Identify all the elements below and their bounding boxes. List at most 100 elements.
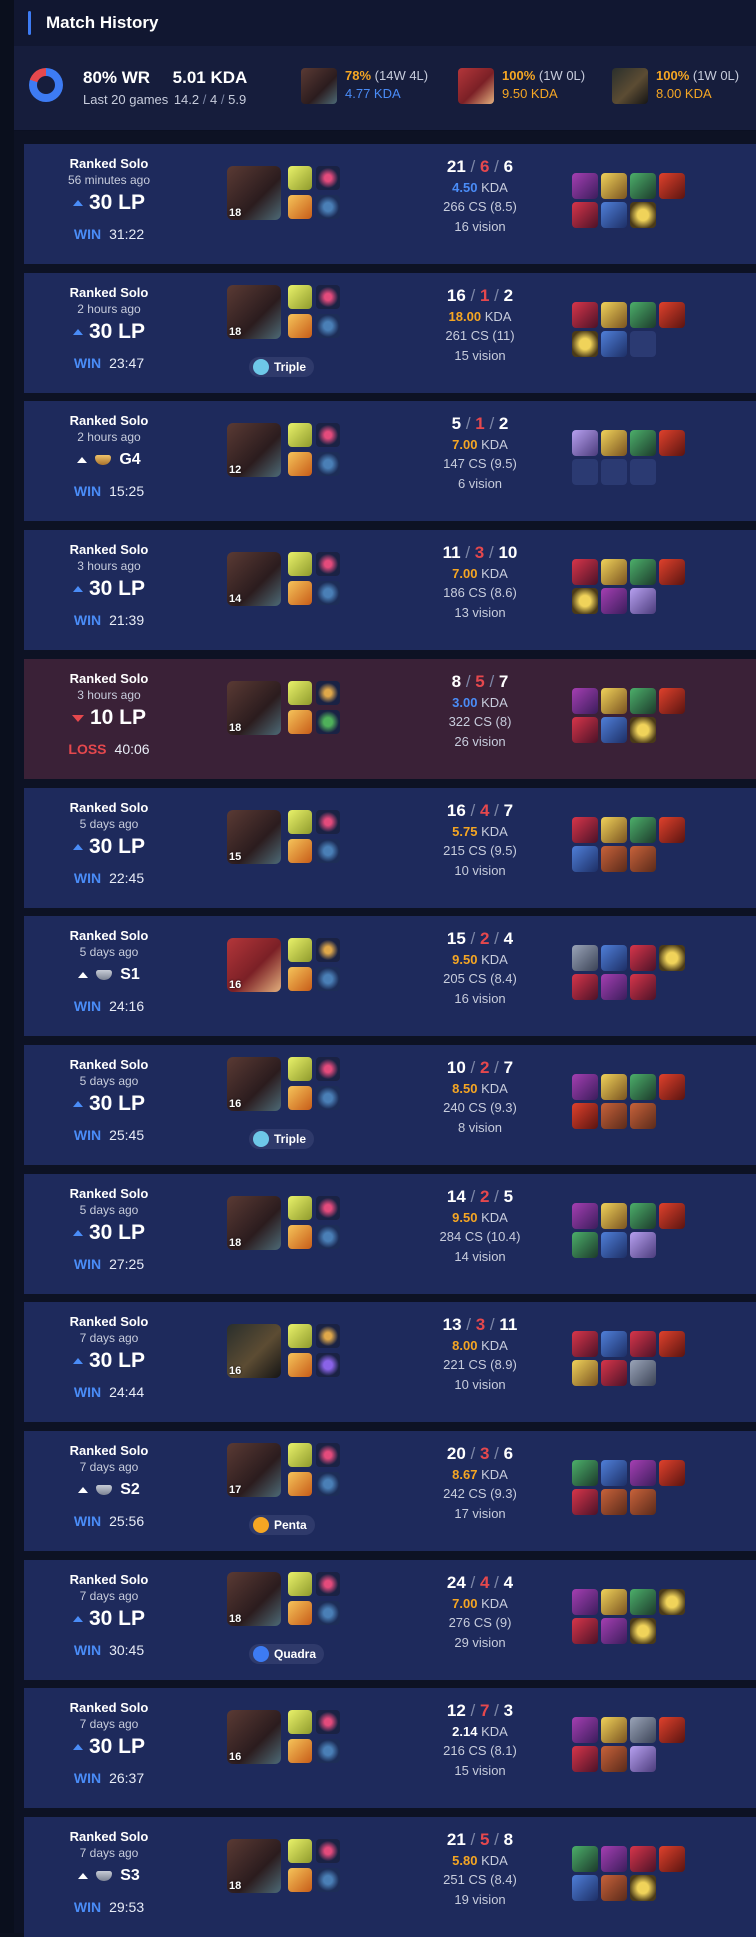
orb-item-icon[interactable] <box>659 945 685 971</box>
match-card[interactable]: Ranked Solo 5 days ago S1 WIN 24:16 16 15 / 2 … <box>24 916 756 1036</box>
book-item-icon[interactable] <box>601 1746 627 1772</box>
match-card[interactable]: Ranked Solo 3 hours ago 30 LP WIN 21:39 14 11 … <box>24 530 756 650</box>
top-champion-2[interactable]: 100% (1W 0L) 9.50 KDA <box>458 68 603 108</box>
green-item-icon[interactable] <box>630 173 656 199</box>
purple-item-icon[interactable] <box>601 588 627 614</box>
green-item-icon[interactable] <box>572 1846 598 1872</box>
orb-item-icon[interactable] <box>572 588 598 614</box>
violet-item-icon[interactable] <box>572 430 598 456</box>
green-item-icon[interactable] <box>572 1460 598 1486</box>
purple-item-icon[interactable] <box>572 1203 598 1229</box>
gold-item-icon[interactable] <box>572 1360 598 1386</box>
purple-item-icon[interactable] <box>601 974 627 1000</box>
champion-portrait-icon[interactable]: 15 <box>227 810 281 864</box>
red-item-icon[interactable] <box>659 1846 685 1872</box>
crimson-item-icon[interactable] <box>630 1331 656 1357</box>
crimson-item-icon[interactable] <box>630 974 656 1000</box>
blue-item-icon[interactable] <box>601 1460 627 1486</box>
match-card[interactable]: Ranked Solo 5 days ago 30 LP WIN 25:45 16 Trip… <box>24 1045 756 1165</box>
gold-item-icon[interactable] <box>601 1717 627 1743</box>
red-item-icon[interactable] <box>659 430 685 456</box>
champion-portrait-icon[interactable]: 18 <box>227 285 281 339</box>
green-item-icon[interactable] <box>630 1589 656 1615</box>
silver-item-icon[interactable] <box>630 1360 656 1386</box>
orb-item-icon[interactable] <box>630 1875 656 1901</box>
purple-item-icon[interactable] <box>601 1846 627 1872</box>
green-item-icon[interactable] <box>572 1232 598 1258</box>
crimson-item-icon[interactable] <box>572 1618 598 1644</box>
crimson-item-icon[interactable] <box>572 817 598 843</box>
red-item-icon[interactable] <box>659 817 685 843</box>
purple-item-icon[interactable] <box>572 688 598 714</box>
match-card[interactable]: Ranked Solo 5 days ago 30 LP WIN 22:45 15 16 /… <box>24 788 756 908</box>
champion-portrait-icon[interactable]: 18 <box>227 1839 281 1893</box>
red-item-icon[interactable] <box>659 1074 685 1100</box>
violet-item-icon[interactable] <box>630 1746 656 1772</box>
silver-item-icon[interactable] <box>572 945 598 971</box>
champion-portrait-icon[interactable]: 14 <box>227 552 281 606</box>
orb-item-icon[interactable] <box>572 331 598 357</box>
blue-item-icon[interactable] <box>572 846 598 872</box>
book-item-icon[interactable] <box>630 846 656 872</box>
empty-item-slot[interactable] <box>572 459 598 485</box>
blue-item-icon[interactable] <box>572 1875 598 1901</box>
blue-item-icon[interactable] <box>601 717 627 743</box>
champion-portrait-icon[interactable]: 18 <box>227 1196 281 1250</box>
orb-item-icon[interactable] <box>630 1618 656 1644</box>
red-item-icon[interactable] <box>659 559 685 585</box>
gold-item-icon[interactable] <box>601 173 627 199</box>
gold-item-icon[interactable] <box>601 817 627 843</box>
violet-item-icon[interactable] <box>630 1232 656 1258</box>
crimson-item-icon[interactable] <box>601 1360 627 1386</box>
crimson-item-icon[interactable] <box>630 1846 656 1872</box>
champion-portrait-icon[interactable]: 16 <box>227 938 281 992</box>
purple-item-icon[interactable] <box>572 1589 598 1615</box>
gold-item-icon[interactable] <box>601 559 627 585</box>
violet-item-icon[interactable] <box>630 588 656 614</box>
red-item-icon[interactable] <box>659 173 685 199</box>
match-card[interactable]: Ranked Solo 56 minutes ago 30 LP WIN 31:22 18… <box>24 144 756 264</box>
blue-item-icon[interactable] <box>601 331 627 357</box>
champion-portrait-icon[interactable]: 18 <box>227 166 281 220</box>
champion-portrait-icon[interactable]: 17 <box>227 1443 281 1497</box>
purple-item-icon[interactable] <box>572 173 598 199</box>
green-item-icon[interactable] <box>630 302 656 328</box>
red-item-icon[interactable] <box>659 688 685 714</box>
crimson-item-icon[interactable] <box>572 1746 598 1772</box>
champion-portrait-icon[interactable]: 16 <box>227 1324 281 1378</box>
champion-portrait-icon[interactable]: 16 <box>227 1710 281 1764</box>
match-card[interactable]: Ranked Solo 7 days ago 30 LP WIN 26:37 16 12 /… <box>24 1688 756 1808</box>
crimson-item-icon[interactable] <box>572 1331 598 1357</box>
match-card[interactable]: Ranked Solo 7 days ago S3 WIN 29:53 18 21 / 5 … <box>24 1817 756 1937</box>
crimson-item-icon[interactable] <box>572 974 598 1000</box>
match-card[interactable]: Ranked Solo 7 days ago S2 WIN 25:56 17 Penta 20… <box>24 1431 756 1551</box>
red-item-icon[interactable] <box>659 1203 685 1229</box>
book-item-icon[interactable] <box>601 1489 627 1515</box>
gold-item-icon[interactable] <box>601 302 627 328</box>
book-item-icon[interactable] <box>601 846 627 872</box>
green-item-icon[interactable] <box>630 1203 656 1229</box>
red-item-icon[interactable] <box>572 1103 598 1129</box>
green-item-icon[interactable] <box>630 1074 656 1100</box>
match-card[interactable]: Ranked Solo 2 hours ago G4 WIN 15:25 12 5 / 1 … <box>24 401 756 521</box>
purple-item-icon[interactable] <box>601 1618 627 1644</box>
green-item-icon[interactable] <box>630 688 656 714</box>
red-item-icon[interactable] <box>659 1717 685 1743</box>
gold-item-icon[interactable] <box>601 430 627 456</box>
blue-item-icon[interactable] <box>601 1232 627 1258</box>
purple-item-icon[interactable] <box>572 1074 598 1100</box>
match-card[interactable]: Ranked Solo 2 hours ago 30 LP WIN 23:47 18 Tri… <box>24 273 756 393</box>
orb-item-icon[interactable] <box>630 202 656 228</box>
crimson-item-icon[interactable] <box>572 202 598 228</box>
book-item-icon[interactable] <box>601 1875 627 1901</box>
match-card[interactable]: Ranked Solo 5 days ago 30 LP WIN 27:25 18 14 /… <box>24 1174 756 1294</box>
top-champion-3[interactable]: 100% (1W 0L) 8.00 KDA <box>612 68 756 108</box>
red-item-icon[interactable] <box>659 1460 685 1486</box>
orb-item-icon[interactable] <box>630 717 656 743</box>
orb-item-icon[interactable] <box>659 1589 685 1615</box>
champion-portrait-icon[interactable]: 16 <box>227 1057 281 1111</box>
empty-item-slot[interactable] <box>630 459 656 485</box>
champion-portrait-icon[interactable]: 12 <box>227 423 281 477</box>
crimson-item-icon[interactable] <box>572 717 598 743</box>
blue-item-icon[interactable] <box>601 202 627 228</box>
